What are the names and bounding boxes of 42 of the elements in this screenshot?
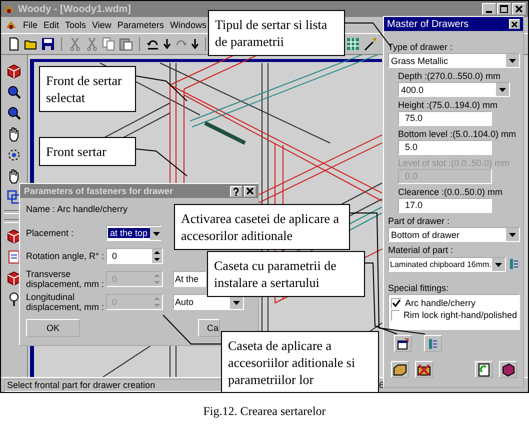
dropdown[interactable]: Laminated chipboard 16mm.: [388, 256, 506, 272]
callout-box: Caseta de aplicare a accesoriilor aditionale si parametriilor lor: [221, 331, 379, 392]
callout-box: Front de sertar selectat: [39, 66, 136, 112]
dropdown[interactable]: Grass Metallic: [388, 53, 520, 68]
field-label: Longitudinal displacement, mm :: [26, 292, 106, 312]
dropdown[interactable]: at the top: [106, 225, 161, 241]
field-label: Clearence :(0.0..50.0) mm: [398, 187, 504, 197]
menu-item[interactable]: Parameters: [117, 20, 164, 30]
combo-box[interactable]: 400.0: [398, 82, 510, 97]
field-label: Rotation angle, R° :: [26, 251, 106, 261]
field-label: Transverse displacement, mm :: [26, 269, 106, 289]
field-label: Material of part :: [388, 245, 454, 255]
input-field[interactable]: 5.0: [398, 140, 492, 155]
fitting-label: Rim lock right-hand/polished: [403, 310, 517, 320]
panel-title: Master of Drawers: [387, 18, 469, 30]
cancel-button[interactable]: Ca: [198, 319, 220, 337]
field-label: Part of drawer :: [388, 216, 451, 226]
window-title: Woody - [Woody1.wdm]: [18, 4, 131, 14]
dialog-title: Parameters of fasteners for drawer: [24, 186, 174, 196]
field-label: Type of drawer :: [388, 42, 454, 52]
menu-item[interactable]: Windows: [170, 20, 206, 30]
input-field[interactable]: 17.0: [398, 198, 492, 213]
callout-box: Tipul de sertar si lista de parametrii: [208, 10, 345, 56]
field-label: Bottom level :(5.0..104.0) mm: [398, 129, 518, 139]
fitting-label: Arc handle/cherry: [405, 298, 476, 308]
menu-item[interactable]: View: [92, 20, 112, 30]
menu-item[interactable]: Tools: [65, 20, 86, 30]
fastener-name: Name : Arc handle/cherry: [26, 204, 129, 214]
field-label: Placement :: [26, 228, 75, 238]
field-label: Depth :(270.0..550.0) mm: [398, 71, 502, 81]
callout-box: Activarea casetei de aplicare a accesorilor aditionale: [174, 204, 350, 250]
input-field[interactable]: 75.0: [398, 111, 492, 126]
dropdown[interactable]: Bottom of drawer: [388, 227, 520, 242]
callout-box: Caseta cu parametrii de instalare a sertarului: [207, 251, 365, 297]
menu-item[interactable]: File: [23, 20, 38, 30]
figure-caption: Fig.12. Crearea sertarelor: [203, 404, 326, 419]
menu-item[interactable]: Edit: [44, 20, 60, 30]
spin-field[interactable]: 0: [106, 248, 163, 264]
field-label: Height :(75.0..194.0) mm: [398, 100, 499, 110]
field-label: Special fittings:: [388, 283, 450, 293]
callout-box: Front sertar: [39, 137, 136, 166]
ok-button[interactable]: OK: [26, 319, 80, 337]
